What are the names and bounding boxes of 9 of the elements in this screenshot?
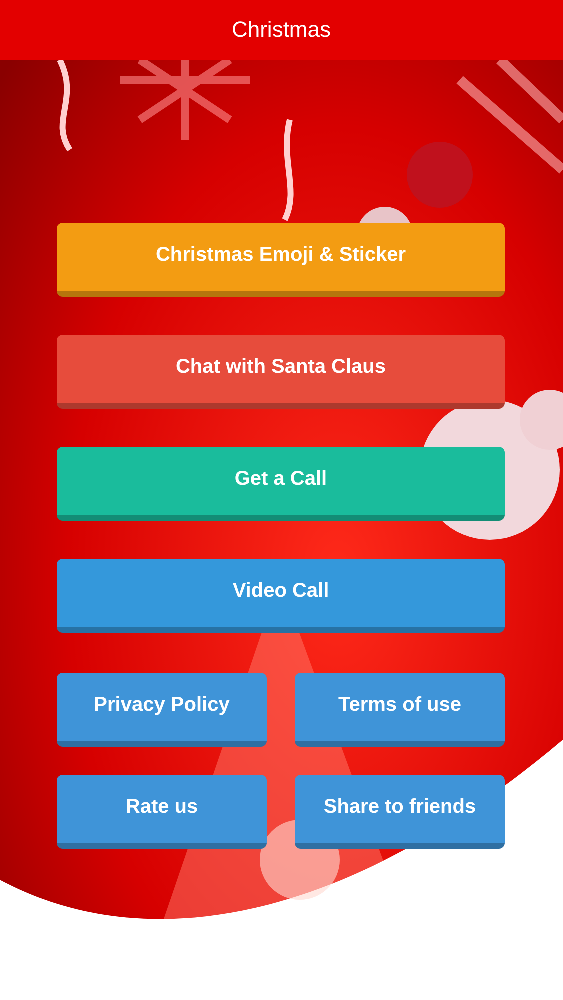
- header-title: Christmas: [232, 17, 331, 43]
- menu-button[interactable]: Rate us: [57, 775, 267, 849]
- menu-button[interactable]: Video Call: [57, 559, 505, 633]
- menu-button[interactable]: Share to friends: [295, 775, 505, 849]
- menu-button[interactable]: Terms of use: [295, 673, 505, 747]
- menu-button[interactable]: Chat with Santa Claus: [57, 335, 505, 409]
- menu-button[interactable]: Christmas Emoji & Sticker: [57, 223, 505, 297]
- menu-button[interactable]: Get a Call: [57, 447, 505, 521]
- menu-button[interactable]: Privacy Policy: [57, 673, 267, 747]
